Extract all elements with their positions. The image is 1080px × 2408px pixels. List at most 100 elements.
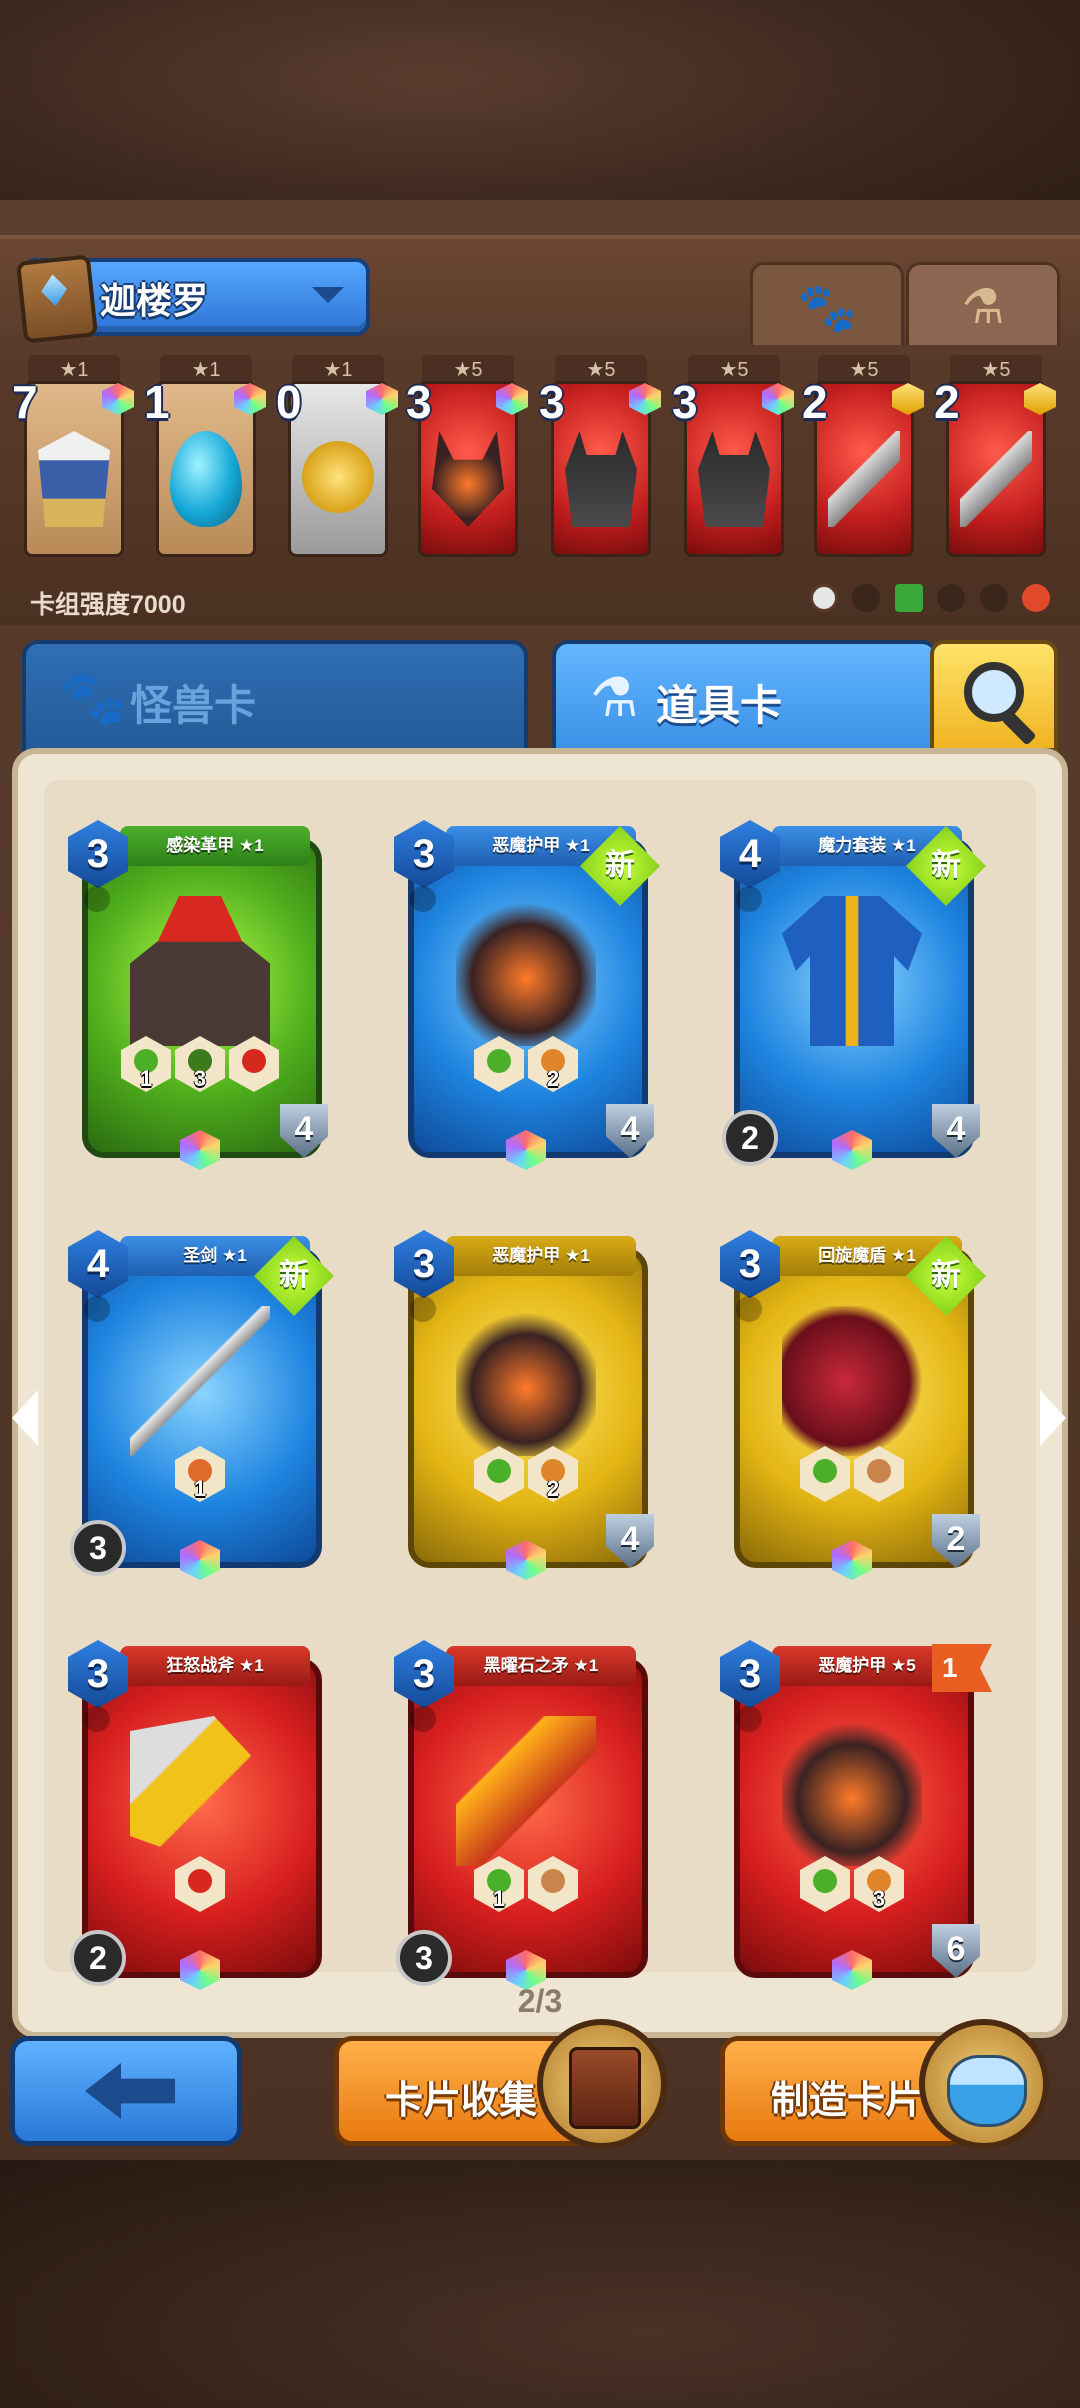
deck-slot-card[interactable]: ★1 1 [144,355,266,565]
skill-icon [854,1446,904,1502]
skill-icon: 1 [474,1856,524,1912]
skill-icon [474,1446,524,1502]
potion-icon: ⚗ [590,666,639,729]
element-icon [84,1706,110,1732]
card-attack: 3 [70,1520,126,1576]
item-card[interactable]: 恶魔护甲 ★1 3 新 2 4 [394,820,660,1170]
skill-value: 2 [546,1476,560,1501]
item-card[interactable]: 黑曜石之矛 ★1 3 1 3 [394,1640,656,1990]
deck-book-icon [15,254,99,344]
demon-armor-icon [456,896,596,1046]
tab-item-cards[interactable]: ⚗ 道具卡 [552,640,938,752]
card-skills: 1 [396,1856,656,1912]
card-count: 3 [406,376,432,428]
search-button[interactable] [930,640,1058,752]
craft-card-label: 制造卡片 [771,2080,924,2122]
paw-icon: 🐾 [797,280,857,336]
filter-all-icon[interactable] [809,584,838,612]
tab-monster-filter[interactable]: 🐾 [750,262,904,347]
item-card[interactable]: 圣剑 ★1 4 新 1 3 [68,1230,334,1580]
skill-icon: 3 [175,1036,225,1092]
back-arrow-icon [85,2063,175,2119]
item-card[interactable]: 感染革甲 ★1 3 1 3 4 [68,820,330,1170]
card-attack: 3 [396,1930,452,1986]
card-count: 3 [672,376,698,428]
card-count: 0 [276,376,302,428]
armor-emblem-icon [38,431,110,527]
card-collection-label: 卡片收集 [385,2080,538,2122]
card-skills: 3 [722,1856,982,1912]
deck-slot-card[interactable]: ★5 3 [406,355,528,565]
element-icon [410,886,436,912]
back-button[interactable] [10,2036,242,2146]
card-book-icon [537,2019,667,2149]
card-count: 7 [12,376,38,428]
element-icon [736,1296,762,1322]
card-collection-panel: 感染革甲 ★1 3 1 3 4 恶魔护甲 ★1 3 新 2 4 魔力套装 ★1 4 新 2 4 圣剑 ★1 4 新… [12,748,1068,2038]
filter-dragon-icon[interactable] [979,584,1008,612]
deck-slot-card[interactable]: ★5 2 [802,355,924,565]
skill-value: 1 [193,1476,207,1501]
battle-axe-icon [828,431,900,527]
deck-power: 卡组强度7000 [30,591,186,619]
deck-slot-card[interactable]: ★5 3 [539,355,661,565]
card-skills: 2 [396,1036,656,1092]
card-skills: 13 [70,1036,330,1092]
paw-icon: 🐾 [60,666,128,729]
background-bottom [0,2160,1080,2408]
deck-card-strip: ★1 7 ★1 1 ★1 0 ★5 3 ★5 3 ★5 3 ★5 2 ★5 2 [0,345,1080,625]
card-title: 狂怒战斧 ★1 [120,1646,310,1686]
card-title: 黑曜石之矛 ★1 [446,1646,636,1686]
filter-nature-icon[interactable] [894,584,923,612]
deck-slot-card[interactable]: ★5 3 [672,355,794,565]
potion-icon: ⚗ [961,279,1005,335]
filter-beast-icon[interactable] [937,584,966,612]
deck-slot-card[interactable]: ★1 7 [12,355,134,565]
item-card[interactable]: 恶魔护甲 ★1 3 2 4 [394,1230,656,1580]
next-page-arrow-icon[interactable] [1040,1390,1066,1446]
element-icon [84,886,110,912]
card-collection-button[interactable]: 卡片收集 [334,2019,667,2149]
card-count: 3 [539,376,565,428]
tab-monster-cards[interactable]: 🐾 怪兽卡 [22,640,528,752]
item-card[interactable]: 回旋魔盾 ★1 3 新 2 [720,1230,986,1580]
tab-item-filter[interactable]: ⚗ [906,262,1060,347]
skill-value: 2 [546,1066,560,1091]
skill-value: 3 [872,1886,886,1911]
deck-slot-card[interactable]: ★1 0 [276,355,398,565]
card-title: 恶魔护甲 ★1 [446,1236,636,1276]
skill-value: 3 [193,1066,207,1091]
item-card[interactable]: 魔力套装 ★1 4 新 2 4 [720,820,986,1170]
deck-selector[interactable]: 迦楼罗 [15,254,370,344]
search-icon [964,662,1024,722]
demon-armor-icon [456,1306,596,1456]
skill-icon: 1 [121,1036,171,1092]
potion-jar-icon [919,2019,1049,2149]
card-title: 感染革甲 ★1 [120,826,310,866]
deck-slot-card[interactable]: ★5 2 [934,355,1056,565]
element-icon [410,1296,436,1322]
card-attack: 2 [722,1110,778,1166]
dragon-shield-icon [782,1306,922,1456]
element-icon [84,1296,110,1322]
skill-icon: 1 [175,1446,225,1502]
chevron-down-icon [312,287,344,303]
filter-dark-icon[interactable] [852,584,881,612]
card-skills [722,1446,982,1502]
element-icon [736,886,762,912]
item-card[interactable]: 狂怒战斧 ★1 3 2 [68,1640,330,1990]
page-indicator: 2/3 [517,1983,563,2019]
element-icon [410,1706,436,1732]
skill-icon [800,1856,850,1912]
filter-fire-icon[interactable] [1022,584,1050,612]
prev-page-arrow-icon[interactable] [12,1390,38,1446]
craft-card-button[interactable]: 制造卡片 [720,2019,1049,2149]
card-skills [70,1856,330,1912]
tab-item-label: 道具卡 [656,682,783,729]
skill-icon [474,1036,524,1092]
item-card[interactable]: 恶魔护甲 ★5 3 1 3 6 [720,1640,992,1990]
skill-icon [175,1856,225,1912]
deck-name: 迦楼罗 [100,280,209,321]
skill-value: 1 [139,1066,153,1091]
card-attack: 2 [70,1930,126,1986]
